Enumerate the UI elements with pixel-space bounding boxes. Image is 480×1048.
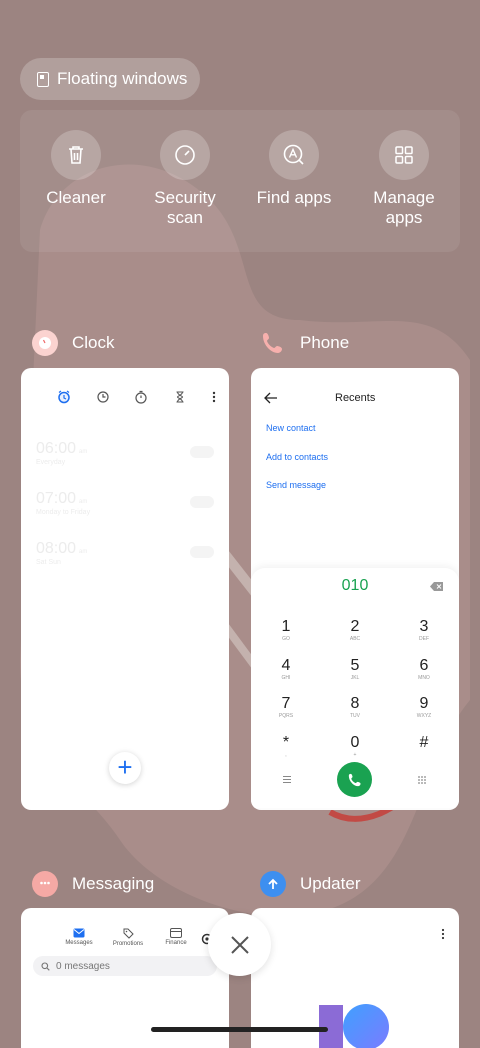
- alarm-ampm: am: [79, 449, 88, 455]
- more-options-icon[interactable]: [440, 928, 446, 940]
- alarm-time: 07:00: [36, 490, 77, 507]
- new-contact-link[interactable]: New contact: [266, 423, 316, 433]
- messages-search-input[interactable]: 0 messages: [33, 956, 217, 976]
- alarm-repeat: Monday to Friday: [36, 509, 91, 516]
- alarm-item[interactable]: 06:00 am Everyday: [36, 440, 87, 466]
- alarm-time: 08:00: [36, 540, 77, 557]
- security-scan-button[interactable]: Security scan: [130, 130, 240, 228]
- updater-app-icon: [260, 871, 286, 897]
- alarm-toggle[interactable]: [190, 446, 214, 458]
- tab-finance[interactable]: Finance: [151, 928, 201, 946]
- home-indicator[interactable]: [151, 1027, 328, 1032]
- phone-app-icon: [260, 330, 286, 356]
- search-icon: [41, 961, 50, 971]
- dial-key-0[interactable]: 0 +: [330, 734, 380, 759]
- find-apps-button[interactable]: Find apps: [239, 130, 349, 208]
- find-apps-label: Find apps: [256, 188, 332, 207]
- alarm-toggle[interactable]: [190, 546, 214, 558]
- messaging-app-icon: [32, 871, 58, 897]
- send-message-link[interactable]: Send message: [266, 480, 326, 490]
- phone-app-card[interactable]: Recents New contact Add to contacts Send…: [251, 368, 459, 810]
- call-icon: [348, 773, 361, 786]
- alarm-item[interactable]: 08:00 am Sat Sun: [36, 540, 87, 566]
- alarm-time: 06:00: [36, 440, 77, 457]
- dial-key-hash[interactable]: #: [399, 734, 449, 752]
- search-placeholder: 0 messages: [56, 960, 110, 972]
- tab-promotions[interactable]: Promotions: [103, 928, 153, 947]
- updater-app-header: Updater: [260, 871, 360, 897]
- dial-key-9[interactable]: 9 WXYZ: [399, 695, 449, 720]
- add-alarm-button[interactable]: +: [109, 752, 141, 784]
- phone-app-name: Phone: [300, 333, 350, 352]
- tab-messages[interactable]: Messages: [54, 928, 104, 946]
- dialpad: 010 1 GO 2 ABC 3 DEF 4 GHI 5 JKL 6 MNO 7 PQRS 8…: [251, 568, 459, 808]
- world-clock-tab-icon[interactable]: [96, 390, 110, 404]
- dial-key-3[interactable]: 3 DEF: [399, 618, 449, 643]
- tab-promotions-label: Promotions: [112, 941, 144, 947]
- trash-icon: [51, 130, 101, 180]
- tab-messages-label: Messages: [65, 940, 93, 946]
- back-arrow-icon[interactable]: [264, 392, 278, 404]
- clock-app-icon: [32, 330, 58, 356]
- grid-icon: [379, 130, 429, 180]
- cleaner-label: Cleaner: [46, 188, 106, 207]
- recents-title: Recents: [335, 392, 376, 404]
- floating-windows-button[interactable]: Floating windows: [20, 58, 200, 100]
- clock-app-name: Clock: [72, 333, 115, 352]
- close-icon: [230, 935, 249, 954]
- find-apps-icon: [269, 130, 319, 180]
- alarm-ampm: am: [79, 549, 88, 555]
- dial-key-8[interactable]: 8 TUV: [330, 695, 380, 720]
- dialed-number: 010: [341, 577, 369, 594]
- tag-icon: [123, 928, 134, 939]
- miui-logo: [319, 1004, 389, 1048]
- alarm-tab-icon[interactable]: [57, 390, 71, 404]
- alarm-repeat: Sat Sun: [36, 559, 61, 566]
- call-button[interactable]: [337, 762, 372, 797]
- clock-tab-bar: [57, 390, 217, 404]
- dial-key-6[interactable]: 6 MNO: [399, 657, 449, 682]
- alarm-toggle[interactable]: [190, 496, 214, 508]
- timer-tab-icon[interactable]: [173, 390, 187, 404]
- quick-actions-panel: Cleaner Security scan Find apps Manage a…: [20, 110, 460, 252]
- dial-key-5[interactable]: 5 JKL: [330, 657, 380, 682]
- manage-apps-button[interactable]: Manage apps: [349, 130, 459, 228]
- dial-key-4[interactable]: 4 GHI: [261, 657, 311, 682]
- cleaner-button[interactable]: Cleaner: [21, 130, 131, 208]
- clock-app-card[interactable]: 06:00 am Everyday 07:00 am Monday to Frida…: [21, 368, 229, 810]
- dial-key-1[interactable]: 1 GO: [261, 618, 311, 643]
- speedometer-icon: [160, 130, 210, 180]
- alarm-item[interactable]: 07:00 am Monday to Friday: [36, 490, 90, 516]
- floating-windows-label: Floating windows: [57, 69, 188, 88]
- backspace-icon[interactable]: [430, 582, 443, 591]
- wallet-icon: [170, 928, 182, 938]
- envelope-icon: [73, 928, 85, 938]
- messaging-app-name: Messaging: [72, 874, 155, 893]
- clock-app-header: Clock: [32, 330, 115, 356]
- manage-apps-label: Manage apps: [373, 188, 435, 227]
- dialpad-toggle-icon[interactable]: [417, 775, 427, 785]
- add-to-contacts-link[interactable]: Add to contacts: [266, 452, 328, 462]
- dial-key-7[interactable]: 7 PQRS: [261, 695, 311, 720]
- dial-key-2[interactable]: 2 ABC: [330, 618, 380, 643]
- menu-icon[interactable]: [282, 775, 292, 784]
- messaging-app-header: Messaging: [32, 871, 154, 897]
- floating-window-icon: [37, 71, 49, 87]
- dial-key-star[interactable]: *,: [261, 734, 311, 759]
- stopwatch-tab-icon[interactable]: [134, 390, 148, 404]
- alarm-repeat: Everyday: [36, 459, 66, 466]
- alarm-ampm: am: [79, 499, 88, 505]
- phone-app-header: Phone: [260, 330, 349, 356]
- more-options-icon[interactable]: [211, 390, 217, 404]
- updater-app-name: Updater: [300, 874, 361, 893]
- clear-all-button[interactable]: [208, 913, 271, 976]
- security-scan-label: Security scan: [154, 188, 216, 227]
- tab-finance-label: Finance: [165, 940, 187, 946]
